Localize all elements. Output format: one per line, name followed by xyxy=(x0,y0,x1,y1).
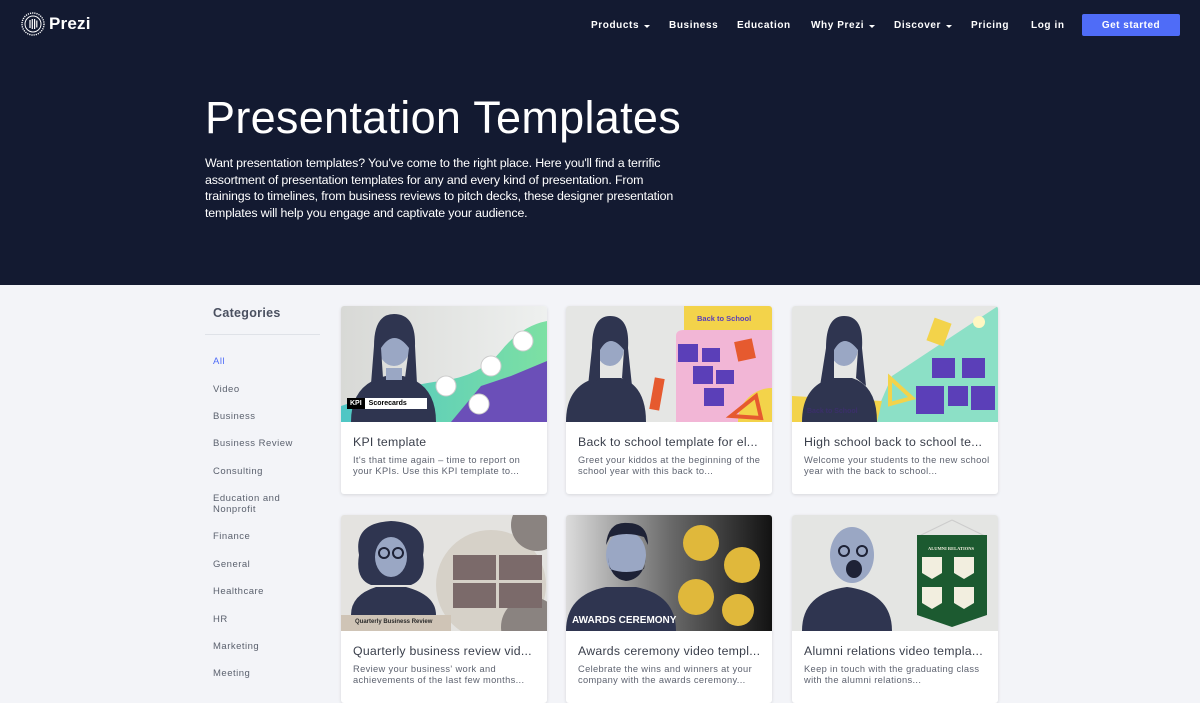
nav-why-prezi[interactable]: Why Prezi xyxy=(811,20,876,31)
chevron-down-icon xyxy=(644,24,651,28)
sidebar-item-meeting[interactable]: Meeting xyxy=(213,668,250,679)
card-title: High school back to school te... xyxy=(804,435,983,449)
get-started-button[interactable]: Get started xyxy=(1082,14,1180,36)
awards-ceremony-illustration xyxy=(566,515,772,631)
thumbnail-label: KPI Scorecards xyxy=(347,398,427,409)
template-card-back-to-school-elementary[interactable]: Back to School Back to school template f… xyxy=(566,306,772,494)
card-description: Greet your kiddos at the beginning of th… xyxy=(578,455,761,476)
nav-education[interactable]: Education xyxy=(737,20,791,31)
sidebar-item-business-review[interactable]: Business Review xyxy=(213,438,293,449)
sidebar-item-general[interactable]: General xyxy=(213,559,250,570)
nav-business[interactable]: Business xyxy=(669,20,718,31)
template-card-kpi[interactable]: KPI Scorecards KPI template It's that ti… xyxy=(341,306,547,494)
nav-why-prezi-label: Why Prezi xyxy=(811,20,865,31)
categories-heading: Categories xyxy=(213,306,281,320)
sidebar-item-video[interactable]: Video xyxy=(213,384,240,395)
back-to-school-illustration xyxy=(566,306,772,422)
thumbnail-label: Back to School xyxy=(697,314,752,323)
template-card-awards-ceremony[interactable]: AWARDS CEREMONY Awards ceremony video te… xyxy=(566,515,772,703)
sidebar-item-finance[interactable]: Finance xyxy=(213,531,250,542)
sidebar-divider xyxy=(205,334,320,335)
card-description: It's that time again – time to report on… xyxy=(353,455,521,476)
template-thumbnail: AWARDS CEREMONY xyxy=(566,515,772,631)
nav-business-label: Business xyxy=(669,20,719,31)
card-title: Awards ceremony video templ... xyxy=(578,644,761,658)
thumbnail-label: AWARDS CEREMONY xyxy=(572,615,677,626)
nav-products-label: Products xyxy=(591,20,640,31)
template-card-high-school-back-to-school[interactable]: Back to School High school back to schoo… xyxy=(792,306,998,494)
template-thumbnail: Back to School xyxy=(566,306,772,422)
thumbnail-label: Back to School xyxy=(807,408,858,415)
template-card-quarterly-business-review[interactable]: Quarterly Business Review Quarterly busi… xyxy=(341,515,547,703)
sidebar-item-all[interactable]: All xyxy=(213,356,225,367)
scorecards-badge: Scorecards xyxy=(364,398,427,409)
template-thumbnail: KPI Scorecards xyxy=(341,306,547,422)
chevron-down-icon xyxy=(869,24,876,28)
hero-section: Prezi Products Business Education Why Pr… xyxy=(0,0,1200,285)
card-title: Back to school template for el... xyxy=(578,435,758,449)
sidebar-item-education-and-nonprofit[interactable]: Education and Nonprofit xyxy=(213,493,293,515)
sidebar-item-hr[interactable]: HR xyxy=(213,614,228,625)
alumni-relations-illustration xyxy=(792,515,998,631)
nav-log-in[interactable]: Log in xyxy=(1031,20,1065,31)
sidebar-item-business[interactable]: Business xyxy=(213,411,256,422)
card-description: Review your business' work and achieveme… xyxy=(353,664,525,685)
prezi-logo[interactable]: Prezi xyxy=(21,12,91,36)
template-thumbnail: Back to School xyxy=(792,306,998,422)
sidebar-item-healthcare[interactable]: Healthcare xyxy=(213,586,264,597)
nav-discover-label: Discover xyxy=(894,20,942,31)
nav-pricing-label: Pricing xyxy=(971,20,1010,31)
kpi-badge: KPI xyxy=(347,398,365,409)
nav-products[interactable]: Products xyxy=(591,20,651,31)
nav-log-in-label: Log in xyxy=(1031,20,1065,31)
card-title: KPI template xyxy=(353,435,427,449)
sidebar-item-marketing[interactable]: Marketing xyxy=(213,641,259,652)
high-school-illustration xyxy=(792,306,998,422)
nav-discover[interactable]: Discover xyxy=(894,20,953,31)
card-description: Welcome your students to the new school … xyxy=(804,455,990,476)
chevron-down-icon xyxy=(946,24,953,28)
card-title: Quarterly business review vid... xyxy=(353,644,532,658)
top-navigation: Prezi Products Business Education Why Pr… xyxy=(0,0,1200,50)
template-thumbnail: ALUMNI RELATIONS xyxy=(792,515,998,631)
thumbnail-label: Quarterly Business Review xyxy=(355,619,433,625)
nav-pricing[interactable]: Pricing xyxy=(971,20,1009,31)
card-description: Keep in touch with the graduating class … xyxy=(804,664,980,685)
card-description: Celebrate the wins and winners at your c… xyxy=(578,664,753,685)
sidebar-item-consulting[interactable]: Consulting xyxy=(213,466,263,477)
template-card-alumni-relations[interactable]: ALUMNI RELATIONS Alumni relations video … xyxy=(792,515,998,703)
card-title: Alumni relations video templa... xyxy=(804,644,983,658)
template-thumbnail: Quarterly Business Review xyxy=(341,515,547,631)
brand-name: Prezi xyxy=(49,14,91,33)
thumbnail-label: ALUMNI RELATIONS xyxy=(928,546,975,551)
nav-education-label: Education xyxy=(737,20,791,31)
page-description: Want presentation templates? You've come… xyxy=(205,156,674,221)
page-title: Presentation Templates xyxy=(205,92,682,143)
quarterly-review-illustration xyxy=(341,515,547,631)
prezi-logo-icon xyxy=(21,12,45,36)
